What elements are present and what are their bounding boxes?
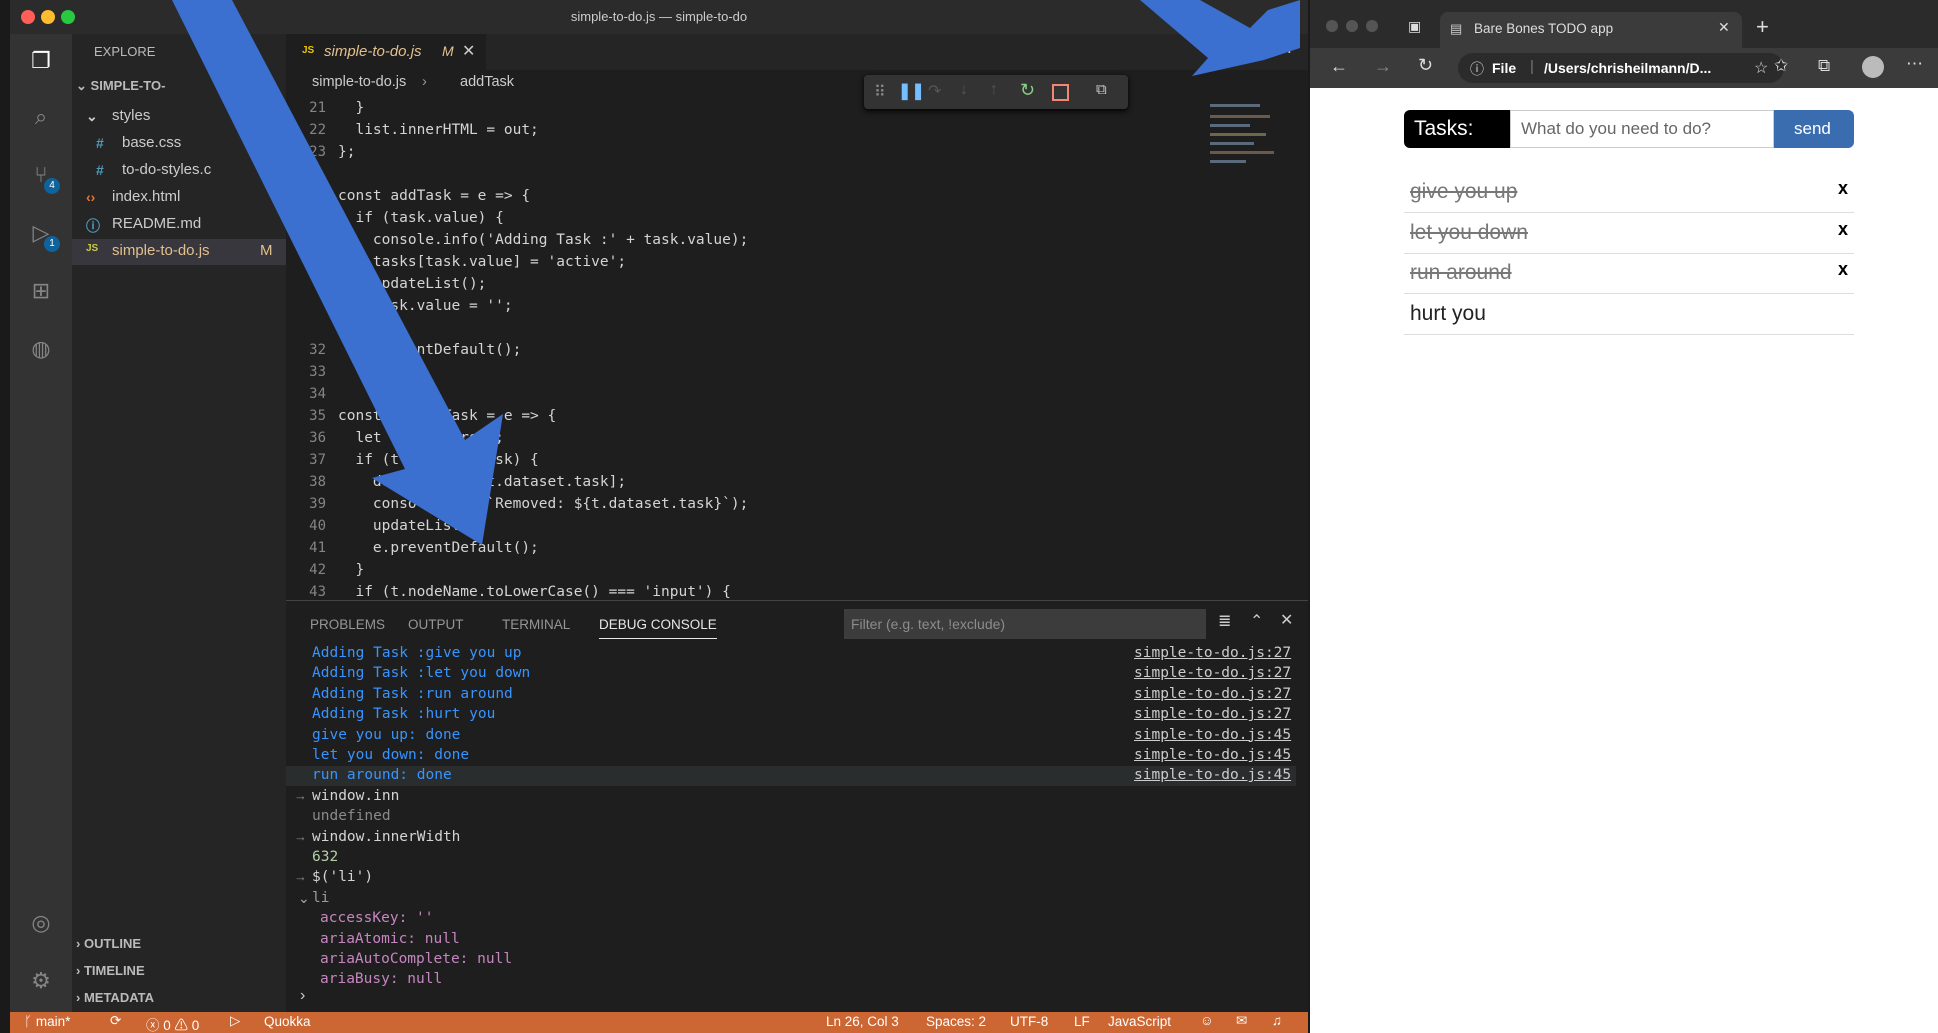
arrow-down-icon: [118, 0, 503, 545]
annotation-arrows: [118, 0, 1300, 545]
arrow-up-right-icon: [1140, 0, 1300, 76]
